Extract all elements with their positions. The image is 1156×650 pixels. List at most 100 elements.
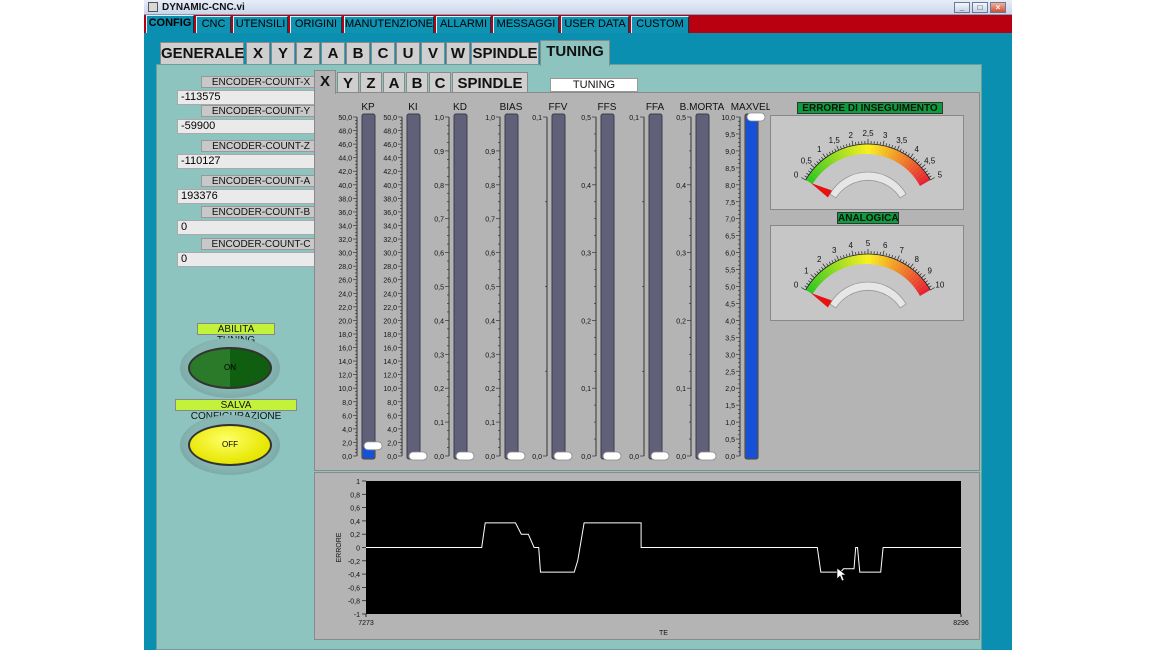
tuning-tab-b[interactable]: B [406,72,428,93]
slider-tick-label-maxvel: 9,5 [725,132,735,139]
gauge-tick-label: 4 [915,145,920,154]
slider-thumb-ffv[interactable] [553,451,573,461]
gauge-hub [829,171,907,199]
gauge-tick [896,145,900,151]
gauge-tick [917,161,920,164]
tuning-tab-z[interactable]: Z [360,72,382,93]
encoder-c-label: ENCODER-COUNT-C [201,238,321,250]
subtab-w[interactable]: W [446,42,470,65]
abilita-tuning-toggle[interactable]: ON [180,338,280,398]
slider-thumb-bias[interactable] [506,451,526,461]
slider-tick-label-kp: 2,0 [342,440,352,447]
slider-tick-label-ffs: 0,2 [581,318,591,325]
gauge-tick [801,177,806,181]
tab-messaggi[interactable]: MESSAGGI [493,16,559,33]
slider-track-b-morta[interactable] [695,113,710,460]
salva-configurazione-toggle[interactable]: OFF [180,415,280,475]
slider-tick-label-kd: 0,7 [434,217,444,224]
tuning-tab-x[interactable]: X [314,70,336,94]
gauge-tick [930,287,935,291]
slider-tick-label-bias: 0,2 [485,386,495,393]
subtab-spindle[interactable]: SPINDLE [471,42,539,65]
encoder-b-value: 0 [177,220,321,235]
slider-track-kp[interactable] [361,113,376,460]
tab-cnc[interactable]: CNC [196,16,231,33]
tab-origini[interactable]: ORIGINI [290,16,342,33]
slider-tick-label-maxvel: 6,5 [725,234,735,241]
subtab-v[interactable]: V [421,42,445,65]
gauge-tick [843,255,845,259]
tab-allarmi[interactable]: ALLARMI [436,16,491,33]
slider-track-ffs[interactable] [600,113,615,460]
gauge-tick [919,273,922,276]
slider-thumb-kp[interactable] [363,441,383,451]
slider-thumb-ffa[interactable] [650,451,670,461]
slider-tick-label-ffs: 0,3 [581,251,591,258]
subtab-generale[interactable]: GENERALE [160,42,244,65]
slider-tick-label-ki: 14,0 [383,359,397,366]
slider-track-kd[interactable] [453,113,468,460]
tab-utensili[interactable]: UTENSILI [233,16,288,33]
gauge-analogica-title: ANALOGICA [837,212,899,224]
subtab-y[interactable]: Y [271,42,295,65]
subtab-c[interactable]: C [371,42,395,65]
close-icon[interactable]: × [990,2,1006,13]
subtab-z[interactable]: Z [296,42,320,65]
slider-tick-label-ki: 12,0 [383,373,397,380]
tuning-tab-c[interactable]: C [429,72,451,93]
slider-thumb-ki[interactable] [408,451,428,461]
slider-track-ffa[interactable] [648,113,663,460]
tuning-tab-spindle[interactable]: SPINDLE [452,72,528,93]
slider-tick-label-ki: 28,0 [383,264,397,271]
y-tick-label: 0,2 [350,532,360,539]
salva-configurazione-state: OFF [188,424,272,466]
gauge-tick [826,153,829,157]
slider-tick-label-kp: 20,0 [338,318,352,325]
slider-tick-label-maxvel: 5,5 [725,268,735,275]
tuning-tab-a[interactable]: A [383,72,405,93]
minimize-icon[interactable]: _ [954,2,970,13]
tuning-tab-y[interactable]: Y [337,72,359,93]
tab-config[interactable]: CONFIG [146,15,194,33]
slider-thumb-kd[interactable] [455,451,475,461]
slider-thumb-maxvel[interactable] [746,112,766,122]
subtab-x[interactable]: X [246,42,270,65]
slider-track-ki[interactable] [406,113,421,460]
tab-manutenzione[interactable]: MANUTENZIONE [344,16,434,33]
subtab-a[interactable]: A [321,42,345,65]
subtab-tuning[interactable]: TUNING [540,40,610,66]
gauge-tick [822,153,826,158]
gauge-tick [818,158,822,162]
slider-tick-label-b-morta: 0,0 [676,454,686,461]
slider-tick-label-maxvel: 1,5 [725,403,735,410]
slider-tick-label-ki: 30,0 [383,251,397,258]
slider-tick-label-maxvel: 8,5 [725,166,735,173]
window-title: DYNAMIC-CNC.vi [162,2,245,13]
slider-tick-label-ffs: 0,1 [581,386,591,393]
slider-track-ffv[interactable] [551,113,566,460]
gauge-errore-box: 0 0,5 1 1,5 2 2,5 3 3,5 4 4,5 5 [770,115,964,210]
maximize-icon[interactable]: □ [972,2,988,13]
slider-tick-label-kd: 0,2 [434,386,444,393]
slider-thumb-b-morta[interactable] [697,451,717,461]
subtab-b[interactable]: B [346,42,370,65]
subtab-u[interactable]: U [396,42,420,65]
gauge-hub [829,281,907,309]
gauge-tick [845,144,848,148]
slider-thumb-ffs[interactable] [602,451,622,461]
slider-track-bias[interactable] [504,113,519,460]
encoder-c-value: 0 [177,252,321,267]
slider-tick-label-bias: 0,8 [485,183,495,190]
gauge-needle [810,293,832,308]
tab-custom[interactable]: CUSTOM [631,16,689,33]
gauge-tick [821,267,824,270]
slider-tick-label-ki: 46,0 [383,142,397,149]
gauge-tick [894,256,896,260]
gauge-tick [902,150,905,154]
tab-user-data[interactable]: USER DATA [561,16,629,33]
slider-tick-label-ki: 40,0 [383,183,397,190]
slider-tick-label-kp: 46,0 [338,142,352,149]
slider-tick-label-maxvel: 0,0 [725,454,735,461]
gauge-tick-label: 0 [794,281,799,290]
gauge-tick [882,140,885,146]
